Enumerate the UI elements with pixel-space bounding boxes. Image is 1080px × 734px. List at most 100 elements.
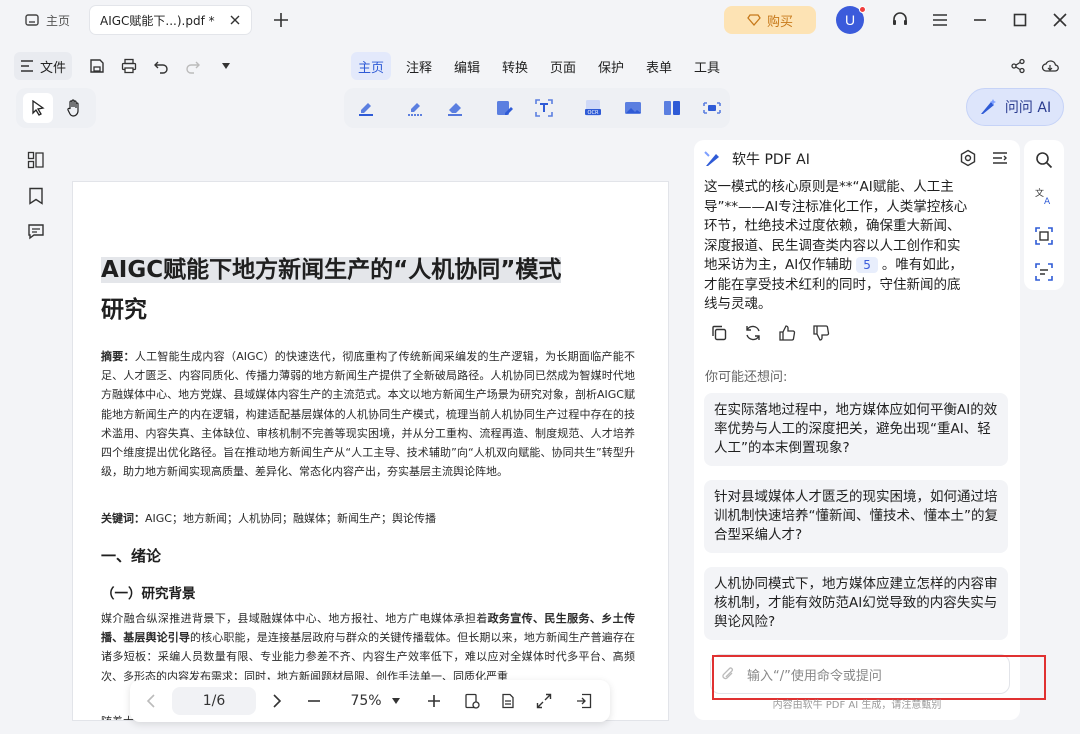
document-title-line1: AIGC赋能下地方新闻生产的“人机协同”模式 [101, 257, 562, 283]
image-icon[interactable] [618, 93, 648, 123]
zoom-value: 75% [350, 693, 382, 709]
page-number-input[interactable]: 1/6 [172, 687, 256, 715]
menu-page[interactable]: 页面 [543, 52, 583, 80]
select-cursor-icon[interactable] [23, 93, 53, 123]
new-tab-icon[interactable] [270, 9, 292, 31]
thumbs-down-icon[interactable] [812, 324, 830, 344]
zoom-out-icon[interactable] [302, 687, 326, 715]
ocr-icon[interactable]: OCR [578, 93, 608, 123]
ask-ai-button[interactable]: 问问 AI [966, 88, 1064, 126]
scan-compare-icon[interactable] [1032, 260, 1056, 284]
file-menu-button[interactable]: 文件 [14, 52, 73, 80]
underline-icon[interactable] [400, 93, 430, 123]
ai-settings-icon[interactable] [959, 149, 977, 167]
menu-home[interactable]: 主页 [351, 52, 392, 80]
next-page-icon[interactable] [266, 687, 288, 715]
ai-logo-icon [704, 150, 722, 168]
abstract-label: 摘要： [101, 350, 135, 363]
zoom-in-icon[interactable] [422, 687, 446, 715]
tool-bar: OCR 问问 AI [0, 86, 1080, 132]
thumbnails-icon[interactable] [24, 148, 48, 172]
document-title-line2: 研究 [101, 297, 147, 323]
fit-page-icon[interactable] [460, 687, 484, 715]
menu-convert[interactable]: 转换 [495, 52, 535, 80]
avatar[interactable]: U [836, 6, 866, 34]
ask-ai-label: 问问 AI [1004, 100, 1052, 116]
screenshot-ocr-icon[interactable] [1032, 224, 1056, 248]
tab-document[interactable]: AIGC赋能下...).pdf * [90, 6, 251, 34]
cloud-icon[interactable] [1039, 55, 1061, 77]
prev-page-icon[interactable] [140, 687, 162, 715]
maximize-icon[interactable] [1009, 9, 1031, 31]
page-navigation-bar: 1/6 75% [130, 680, 610, 722]
svg-text:A: A [1044, 197, 1051, 206]
ai-history-icon[interactable] [991, 149, 1009, 167]
regenerate-icon[interactable] [744, 324, 762, 344]
copy-icon[interactable] [710, 324, 728, 344]
menu-annotate[interactable]: 注释 [399, 52, 439, 80]
keywords-label: 关键词： [101, 512, 145, 525]
tab-home[interactable]: 主页 [14, 6, 80, 34]
buy-label: 购买 [766, 14, 793, 30]
share-icon[interactable] [1007, 55, 1029, 77]
zoom-select[interactable]: 75% [342, 687, 408, 715]
input-highlight-box [712, 655, 1046, 700]
svg-text:OCR: OCR [588, 110, 599, 116]
menu-edit[interactable]: 编辑 [447, 52, 487, 80]
highlight-icon[interactable] [351, 93, 381, 123]
menu-tools[interactable]: 工具 [687, 52, 727, 80]
svg-text:文: 文 [1035, 187, 1044, 199]
print-icon[interactable] [118, 55, 140, 77]
document-page[interactable]: AIGC赋能下地方新闻生产的“人机协同”模式 研究 摘要：人工智能生成内容（AI… [72, 181, 669, 721]
zoom-caret-icon [391, 698, 400, 704]
screen-record-icon[interactable] [697, 93, 727, 123]
search-icon[interactable] [1032, 148, 1056, 172]
comment-icon[interactable] [24, 220, 48, 244]
save-icon[interactable] [86, 55, 108, 77]
close-tab-icon[interactable] [229, 14, 241, 26]
menu-protect[interactable]: 保护 [591, 52, 631, 80]
exit-reading-icon[interactable] [572, 687, 596, 715]
suggested-question[interactable]: 人机协同模式下，地方媒体应建立怎样的内容审核机制，才能有效防范AI幻觉导致的内容… [704, 567, 1008, 640]
ai-sparkle-icon [979, 98, 997, 116]
file-label: 文件 [40, 60, 67, 76]
menu-form[interactable]: 表单 [639, 52, 679, 80]
dropdown-caret-icon[interactable] [215, 55, 237, 77]
hand-tool-icon[interactable] [59, 93, 89, 123]
buy-button[interactable]: 购买 [724, 6, 816, 34]
support-headset-icon[interactable] [889, 9, 911, 31]
document-title: AIGC赋能下地方新闻生产的“人机协同”模式 研究 [101, 250, 641, 330]
subsection-heading: （一）研究背景 [101, 586, 196, 602]
avatar-letter: U [844, 12, 856, 28]
ai-panel-title: 软牛 PDF AI [732, 152, 810, 168]
menu-icon[interactable] [929, 9, 951, 31]
ai-panel: 软牛 PDF AI 这一模式的核心原则是**“AI赋能、人工主导”**——AI专… [694, 140, 1020, 720]
translate-icon[interactable]: 文A [1032, 184, 1056, 208]
tab-document-label: AIGC赋能下...).pdf * [100, 13, 215, 28]
ocr-text-icon[interactable] [529, 93, 559, 123]
minimize-icon[interactable] [969, 9, 991, 31]
menu-bar: 文件 主页 注释 编辑 转换 页面 保护 表单 工具 [0, 48, 1080, 84]
diamond-icon [747, 13, 761, 27]
right-rail: 文A [1024, 140, 1064, 290]
keywords-text: AIGC；地方新闻；人机协同；融媒体；新闻生产；舆论传播 [145, 512, 436, 525]
title-bar: 主页 AIGC赋能下...).pdf * 购买 U [0, 0, 1080, 42]
page-view-icon[interactable] [496, 687, 520, 715]
home-icon [24, 12, 40, 28]
fullscreen-icon[interactable] [532, 687, 556, 715]
bookmark-icon[interactable] [24, 184, 48, 208]
compare-icon[interactable] [657, 93, 687, 123]
suggested-question[interactable]: 针对县域媒体人才匮乏的现实困境，如何通过培训机制快速培养“懂新闻、懂技术、懂本土… [704, 480, 1008, 553]
eraser-icon[interactable] [440, 93, 470, 123]
close-window-icon[interactable] [1049, 9, 1071, 31]
undo-icon[interactable] [150, 55, 172, 77]
citation-reference[interactable]: 5 [856, 257, 878, 273]
edit-text-icon[interactable] [489, 93, 519, 123]
section-heading: 一、绪论 [101, 547, 162, 565]
redo-icon[interactable] [182, 55, 204, 77]
edit-tool-group: OCR [344, 88, 730, 128]
suggestions-label: 你可能还想问: [705, 370, 788, 385]
suggested-question[interactable]: 在实际落地过程中，地方媒体应如何平衡AI的效率优势与人工的深度把关，避免出现“重… [704, 393, 1008, 466]
ai-answer-actions [710, 324, 830, 344]
thumbs-up-icon[interactable] [778, 324, 796, 344]
